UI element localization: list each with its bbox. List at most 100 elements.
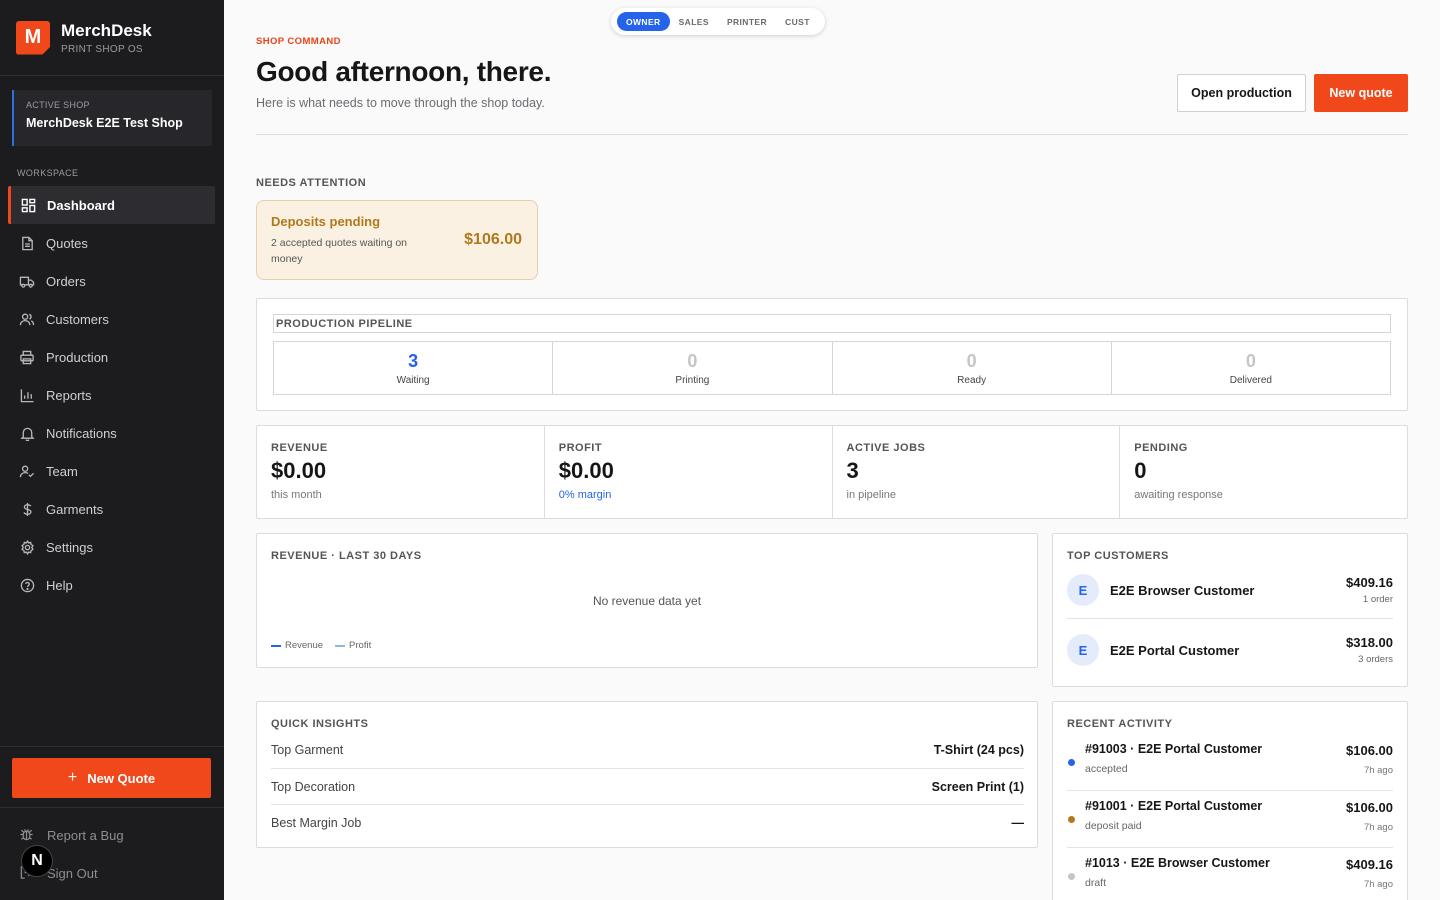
dollar-icon: [19, 501, 35, 517]
activity-status: draft: [1085, 877, 1107, 889]
sidebar-item-quotes[interactable]: Quotes: [8, 224, 215, 262]
attention-card-description: 2 accepted quotes waiting on money: [271, 237, 408, 265]
insight-value: —: [1011, 816, 1025, 830]
insight-value: Screen Print (1): [931, 780, 1024, 794]
insight-label: Top Garment: [271, 743, 344, 757]
page-subtitle: Here is what needs to move through the s…: [256, 96, 545, 110]
brand-subtitle: PRINT SHOP OS: [61, 43, 143, 55]
sidebar-item-label: Reports: [46, 387, 92, 403]
sidebar-item-orders[interactable]: Orders: [8, 262, 215, 300]
quick-insights-card: QUICK INSIGHTS Top Garment T-Shirt (24 p…: [256, 701, 1038, 848]
bell-icon: [19, 425, 35, 441]
activity-status: accepted: [1085, 763, 1128, 775]
sidebar-new-quote-button[interactable]: + New Quote: [12, 758, 211, 798]
sidebar-item-help[interactable]: Help: [8, 566, 215, 604]
activity-item[interactable]: #1013 · E2E Browser Customer draft $409.…: [1067, 856, 1393, 900]
needs-attention-label: NEEDS ATTENTION: [256, 177, 367, 189]
header-divider: [256, 134, 1408, 135]
dev-tools-badge[interactable]: N: [21, 845, 53, 877]
sidebar-item-dashboard[interactable]: Dashboard: [8, 186, 215, 224]
activity-item[interactable]: #91001 · E2E Portal Customer deposit pai…: [1067, 799, 1393, 843]
sidebar-item-notifications[interactable]: Notifications: [8, 414, 215, 452]
customer-row[interactable]: E E2E Portal Customer $318.00 3 orders: [1067, 626, 1393, 674]
pipeline-stage-ready[interactable]: 0 Ready: [833, 342, 1112, 394]
legend-item-revenue: Revenue: [271, 640, 323, 651]
sidebar-new-quote-label: New Quote: [87, 770, 156, 786]
insight-label: Top Decoration: [271, 780, 356, 794]
recent-activity-card: RECENT ACTIVITY #91003 · E2E Portal Cust…: [1052, 701, 1408, 900]
stat-value: 0: [1134, 458, 1147, 483]
stat-value: 3: [846, 458, 859, 483]
open-production-button[interactable]: Open production: [1177, 74, 1306, 112]
legend-label: Profit: [349, 640, 372, 651]
revenue-chart-title: REVENUE · LAST 30 DAYS: [271, 550, 422, 562]
active-shop-label: ACTIVE SHOP: [26, 100, 90, 110]
role-customer[interactable]: CUST: [776, 12, 819, 31]
divider: [1067, 847, 1393, 848]
brand-title: MerchDesk: [61, 20, 152, 40]
sidebar-item-label: Team: [46, 463, 78, 479]
gear-icon: [19, 539, 35, 555]
customer-amount: $318.00: [1346, 635, 1393, 650]
stat-label: REVENUE: [271, 442, 328, 454]
activity-time: 7h ago: [1363, 822, 1393, 833]
revenue-empty-message: No revenue data yet: [592, 594, 702, 608]
help-circle-icon: [19, 577, 35, 593]
role-sales[interactable]: SALES: [670, 12, 718, 31]
activity-time: 7h ago: [1363, 765, 1393, 776]
production-pipeline: PRODUCTION PIPELINE 3 Waiting 0 Printing…: [256, 298, 1408, 411]
document-icon: [19, 235, 35, 251]
brand[interactable]: M MerchDesk PRINT SHOP OS: [0, 0, 224, 76]
sidebar-item-reports[interactable]: Reports: [8, 376, 215, 414]
avatar: E: [1067, 634, 1099, 666]
dashboard-icon: [20, 197, 36, 213]
pipeline-stage-delivered[interactable]: 0 Delivered: [1112, 342, 1390, 394]
sign-out-label: Sign Out: [47, 865, 98, 881]
activity-item[interactable]: #91003 · E2E Portal Customer accepted $1…: [1067, 742, 1393, 786]
report-bug-label: Report a Bug: [47, 827, 124, 843]
legend-label: Revenue: [285, 640, 324, 651]
customer-order-count: 3 orders: [1358, 654, 1393, 665]
sidebar-item-garments[interactable]: Garments: [8, 490, 215, 528]
bug-icon: [19, 827, 35, 843]
pipeline-stages: 3 Waiting 0 Printing 0 Ready 0 Delivered: [273, 341, 1391, 395]
customer-row[interactable]: E E2E Browser Customer $409.16 1 order: [1067, 566, 1393, 614]
stat-note: 0% margin: [558, 489, 612, 501]
top-customers-card: TOP CUSTOMERS E E2E Browser Customer $40…: [1052, 533, 1408, 687]
sidebar-item-settings[interactable]: Settings: [8, 528, 215, 566]
bar-chart-icon: [19, 387, 35, 403]
role-printer[interactable]: PRINTER: [718, 12, 776, 31]
stat-note: this month: [271, 489, 322, 501]
stat-label: PROFIT: [558, 442, 603, 454]
activity-title: #91003 · E2E Portal Customer: [1085, 742, 1263, 756]
plus-icon: +: [67, 769, 78, 786]
activity-amount: $409.16: [1346, 857, 1393, 872]
stat-value: $0.00: [271, 458, 327, 483]
activity-title: #1013 · E2E Browser Customer: [1085, 856, 1270, 870]
users-icon: [19, 311, 35, 327]
customer-name: E2E Portal Customer: [1110, 642, 1240, 658]
pipeline-stage-printing[interactable]: 0 Printing: [553, 342, 833, 394]
pipeline-title: PRODUCTION PIPELINE: [273, 314, 1391, 333]
pipeline-stage-label: Printing: [675, 374, 710, 386]
sidebar-item-production[interactable]: Production: [8, 338, 215, 376]
stat-value: $0.00: [558, 458, 614, 483]
recent-activity-title: RECENT ACTIVITY: [1067, 718, 1173, 730]
stat-note: awaiting response: [1134, 489, 1223, 501]
legend-swatch: [335, 644, 346, 647]
pipeline-stage-waiting[interactable]: 3 Waiting: [274, 342, 554, 394]
sidebar-item-team[interactable]: Team: [8, 452, 215, 490]
deposits-pending-card[interactable]: Deposits pending 2 accepted quotes waiti…: [256, 200, 538, 280]
customer-name: E2E Browser Customer: [1110, 582, 1255, 598]
active-shop-selector[interactable]: ACTIVE SHOP MerchDesk E2E Test Shop: [12, 90, 212, 146]
stat-revenue: REVENUE $0.00 this month: [257, 426, 545, 518]
role-owner[interactable]: OWNER: [617, 12, 670, 31]
sidebar: M MerchDesk PRINT SHOP OS ACTIVE SHOP Me…: [0, 0, 224, 900]
sidebar-item-label: Settings: [46, 539, 93, 555]
new-quote-button[interactable]: New quote: [1314, 74, 1408, 112]
status-dot: [1068, 873, 1075, 880]
insight-value: T-Shirt (24 pcs): [933, 743, 1024, 757]
insight-row: Top Decoration Screen Print (1): [271, 769, 1024, 805]
sidebar-item-customers[interactable]: Customers: [8, 300, 215, 338]
pipeline-stage-count: 3: [408, 350, 419, 371]
